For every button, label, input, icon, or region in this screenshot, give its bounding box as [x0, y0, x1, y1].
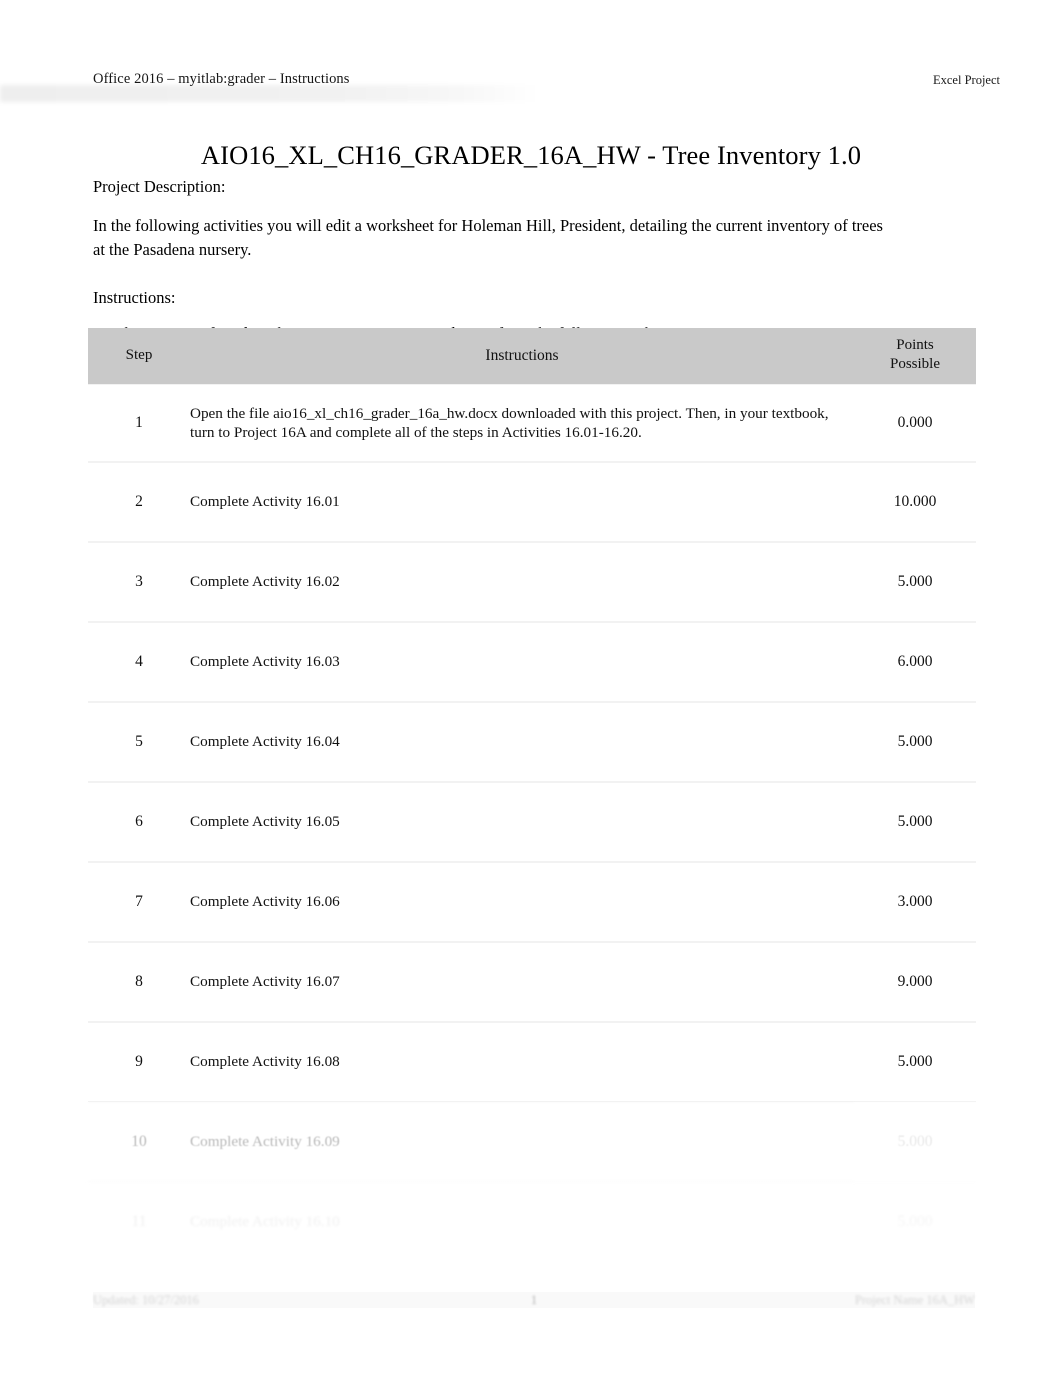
cell-step: 8: [88, 942, 190, 1022]
table-row: 5 Complete Activity 16.04 5.000: [88, 702, 976, 782]
table-row: 8 Complete Activity 16.07 9.000: [88, 942, 976, 1022]
cell-points: 5.000: [854, 1102, 976, 1182]
cell-points: 6.000: [854, 622, 976, 702]
cell-instruction: Complete Activity 16.05: [190, 782, 854, 862]
project-description-label: Project Description:: [93, 177, 226, 196]
column-header-instructions: Instructions: [190, 328, 854, 384]
cell-instruction: Complete Activity 16.10: [190, 1182, 854, 1262]
cell-instruction: Complete Activity 16.08: [190, 1022, 854, 1102]
page-footer: Updated: 10/27/2016 1 Project Name 16A_H…: [93, 1292, 975, 1314]
cell-points: 5.000: [854, 1182, 976, 1262]
footer-left-text: Updated: 10/27/2016: [93, 1293, 199, 1307]
cell-points: 5.000: [854, 782, 976, 862]
table-row: 1 Open the file aio16_xl_ch16_grader_16a_…: [88, 384, 976, 462]
document-body: Project Description: In the following ac…: [93, 176, 893, 345]
footer-page-number: 1: [530, 1293, 538, 1307]
cell-points: 3.000: [854, 862, 976, 942]
cell-instruction: Complete Activity 16.02: [190, 542, 854, 622]
instructions-label: Instructions:: [93, 288, 176, 307]
cell-step: 9: [88, 1022, 190, 1102]
cell-points: 0.000: [854, 384, 976, 462]
cell-instruction: Open the file aio16_xl_ch16_grader_16a_h…: [190, 384, 854, 462]
cell-step: 3: [88, 542, 190, 622]
header-right-text: Excel Project: [933, 73, 1000, 87]
cell-step: 6: [88, 782, 190, 862]
cell-points: 9.000: [854, 942, 976, 1022]
cell-instruction: Complete Activity 16.03: [190, 622, 854, 702]
cell-step: 10: [88, 1102, 190, 1182]
cell-step: 5: [88, 702, 190, 782]
page-header: Office 2016 – myitlab:grader – Instructi…: [93, 70, 1000, 90]
table-row: 9 Complete Activity 16.08 5.000: [88, 1022, 976, 1102]
column-header-points-line1: Points: [896, 337, 934, 353]
cell-instruction: Complete Activity 16.01: [190, 462, 854, 542]
cell-instruction: Complete Activity 16.07: [190, 942, 854, 1022]
column-header-points: Points Possible: [854, 328, 976, 384]
table-row: 10 Complete Activity 16.09 5.000: [88, 1102, 976, 1182]
table-row: 4 Complete Activity 16.03 6.000: [88, 622, 976, 702]
cell-step: 4: [88, 622, 190, 702]
cell-points: 10.000: [854, 462, 976, 542]
header-left-text: Office 2016 – myitlab:grader – Instructi…: [93, 71, 350, 87]
table-row: 2 Complete Activity 16.01 10.000: [88, 462, 976, 542]
table-row: 7 Complete Activity 16.06 3.000: [88, 862, 976, 942]
cell-step: 7: [88, 862, 190, 942]
project-description-text: In the following activities you will edi…: [93, 216, 883, 259]
cell-points: 5.000: [854, 702, 976, 782]
footer-right-text: Project Name 16A_HW: [854, 1293, 975, 1307]
page-title: AIO16_XL_CH16_GRADER_16A_HW - Tree Inven…: [200, 139, 862, 170]
cell-step: 1: [88, 384, 190, 462]
cell-instruction: Complete Activity 16.04: [190, 702, 854, 782]
cell-points: 5.000: [854, 542, 976, 622]
cell-points: 5.000: [854, 1022, 976, 1102]
column-header-points-line2: Possible: [889, 356, 940, 372]
table-row: 3 Complete Activity 16.02 5.000: [88, 542, 976, 622]
cell-step: 2: [88, 462, 190, 542]
table-header-row: Step Instructions Points Possible: [88, 328, 976, 384]
cell-step: 11: [88, 1182, 190, 1262]
cell-instruction: Complete Activity 16.06: [190, 862, 854, 942]
table-row: 6 Complete Activity 16.05 5.000: [88, 782, 976, 862]
column-header-step: Step: [88, 328, 190, 384]
cell-instruction: Complete Activity 16.09: [190, 1102, 854, 1182]
table-row: 11 Complete Activity 16.10 5.000: [88, 1182, 976, 1262]
document-page: Office 2016 – myitlab:grader – Instructi…: [0, 0, 1062, 1377]
table-body: 1 Open the file aio16_xl_ch16_grader_16a_…: [88, 384, 976, 1262]
grader-tasks-table: Step Instructions Points Possible 1 Open …: [88, 328, 976, 1262]
